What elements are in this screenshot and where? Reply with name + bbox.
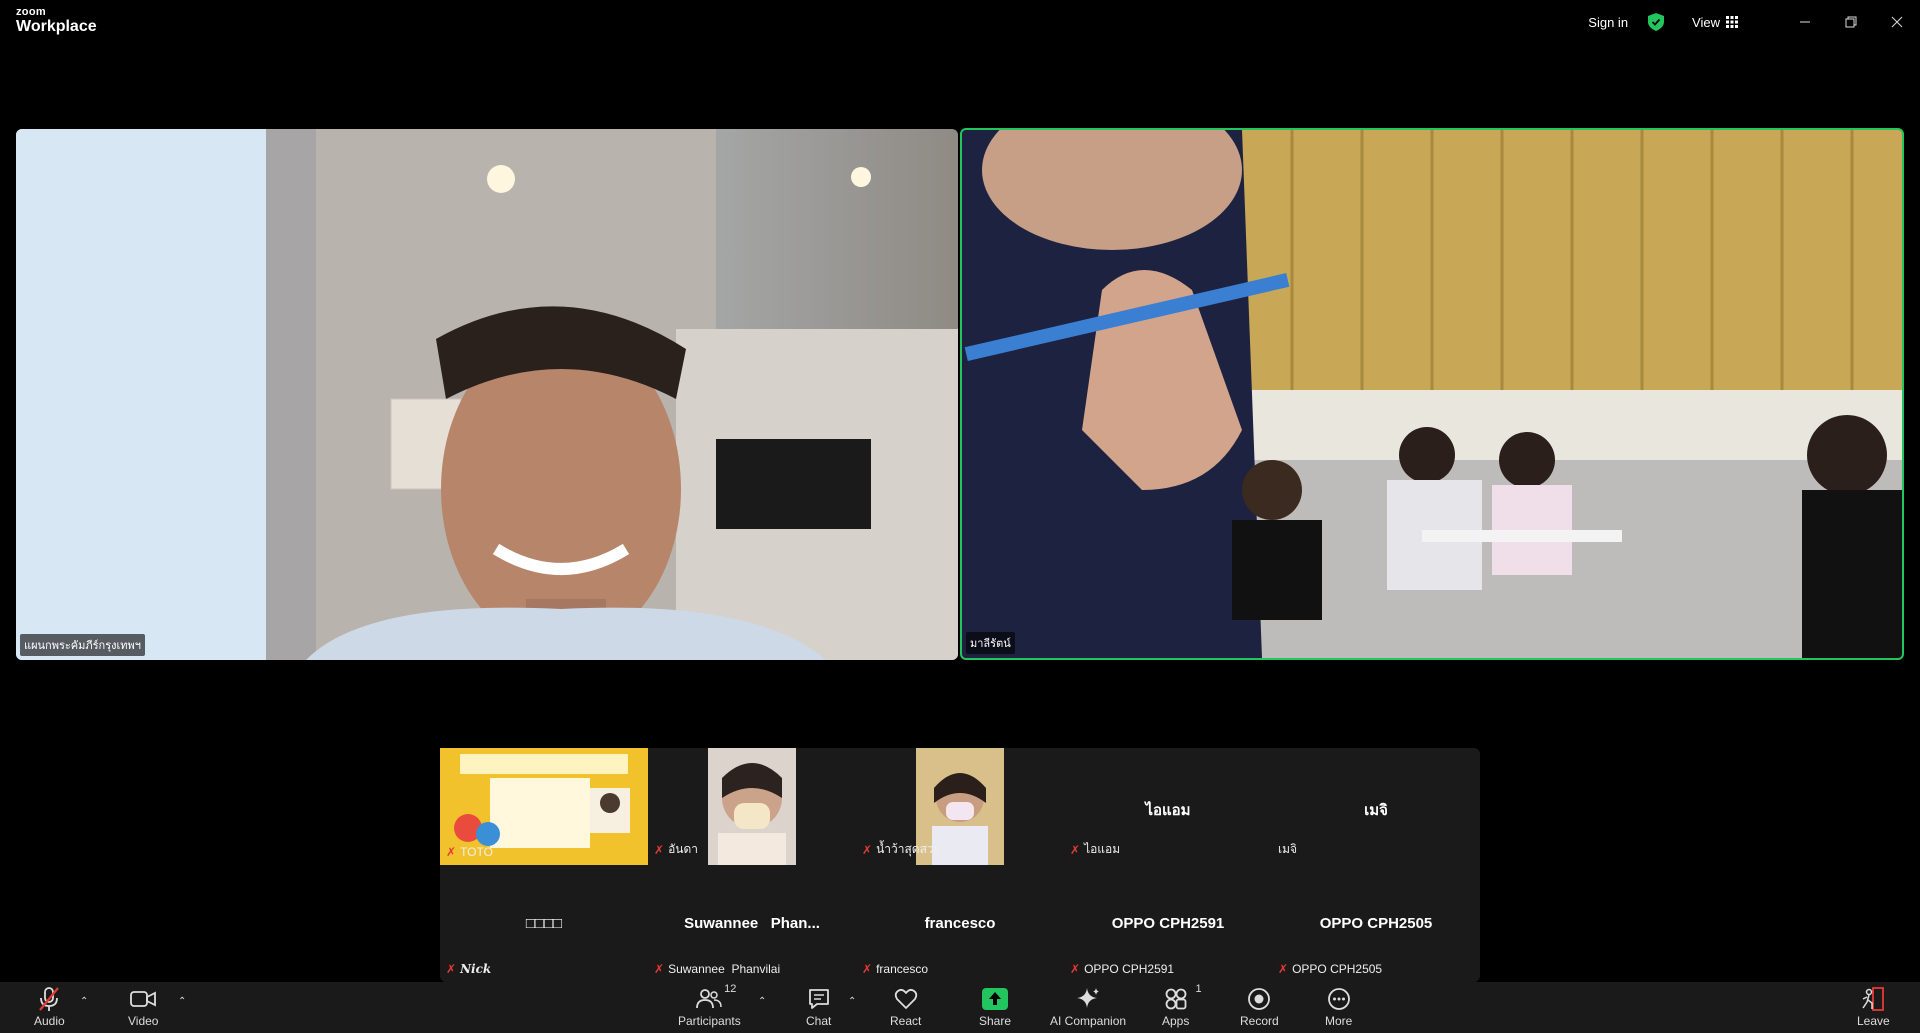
ai-companion-label: AI Companion bbox=[1050, 1014, 1127, 1028]
mic-off-icon: ✗ bbox=[654, 962, 665, 976]
chat-icon bbox=[808, 989, 829, 1009]
more-button[interactable]: More bbox=[1325, 986, 1352, 1028]
participant-name: Nick bbox=[460, 962, 492, 976]
gallery-tile-oppo-2591[interactable]: OPPO CPH2591 ✗ OPPO CPH2591 bbox=[1064, 865, 1272, 982]
gallery-tile-meji[interactable]: เมจิ เมจิ bbox=[1272, 748, 1480, 865]
apps-icon bbox=[1165, 988, 1187, 1010]
participants-options-caret[interactable]: ⌃ bbox=[758, 996, 766, 1007]
participant-display-name: Suwannee Phan... bbox=[684, 915, 820, 932]
participant-display-name: francesco bbox=[924, 915, 996, 932]
participant-video bbox=[16, 129, 958, 660]
participant-name-tag: มาลีรัตน์ bbox=[966, 632, 1015, 654]
maximize-button[interactable] bbox=[1828, 0, 1874, 44]
close-icon bbox=[1891, 16, 1903, 28]
shield-icon[interactable] bbox=[1648, 13, 1665, 31]
record-label: Record bbox=[1240, 1014, 1279, 1028]
view-label: View bbox=[1692, 14, 1720, 30]
mic-off-icon: ✗ bbox=[654, 842, 665, 857]
apps-count: 1 bbox=[1195, 983, 1202, 995]
participants-icon bbox=[696, 989, 723, 1009]
share-screen-icon bbox=[982, 988, 1009, 1010]
view-button[interactable]: View bbox=[1692, 15, 1738, 30]
leave-button[interactable]: Leave bbox=[1857, 986, 1890, 1028]
brand-small: zoom bbox=[16, 6, 46, 18]
meeting-toolbar: Audio ⌃ Video ⌃ 12 Participants ⌃ Chat ⌃… bbox=[0, 982, 1920, 1033]
mic-off-icon: ✗ bbox=[1070, 842, 1081, 857]
chat-options-caret[interactable]: ⌃ bbox=[848, 996, 856, 1007]
title-bar: zoom Workplace Sign in View bbox=[0, 0, 1920, 44]
gallery-tile-namwa[interactable]: ✗ น้ำว้าสุดสวย bbox=[856, 748, 1064, 865]
participant-name-tag: แผนกพระคัมภีร์กรุงเทพฯ bbox=[20, 634, 145, 656]
more-icon bbox=[1327, 988, 1350, 1010]
participant-display-name: เมจิ bbox=[1364, 802, 1388, 819]
apps-button[interactable]: 1 Apps bbox=[1162, 983, 1202, 1028]
sign-in-link[interactable]: Sign in bbox=[1588, 15, 1628, 30]
participant-display-name: OPPO CPH2591 bbox=[1111, 915, 1225, 932]
brand-large: Workplace bbox=[16, 18, 97, 35]
gallery-tile-toto[interactable]: ✗ TOTO bbox=[440, 748, 648, 865]
participant-display-name: OPPO CPH2505 bbox=[1319, 915, 1433, 932]
audio-options-caret[interactable]: ⌃ bbox=[80, 996, 88, 1007]
more-label: More bbox=[1325, 1014, 1353, 1028]
react-button[interactable]: React bbox=[890, 986, 921, 1028]
zoom-logo: zoom Workplace bbox=[16, 7, 97, 35]
video-button[interactable]: Video bbox=[128, 986, 158, 1028]
participant-display-name: ไอแอม bbox=[1145, 802, 1191, 819]
chat-label: Chat bbox=[806, 1014, 832, 1028]
participant-name: TOTO bbox=[460, 845, 493, 859]
mic-off-icon: ✗ bbox=[862, 842, 873, 857]
participant-name: อันดา bbox=[668, 842, 699, 856]
gallery-tile-oppo-2505[interactable]: OPPO CPH2505 ✗ OPPO CPH2505 bbox=[1272, 865, 1480, 982]
participant-name: OPPO CPH2505 bbox=[1292, 962, 1383, 976]
mic-off-icon: ✗ bbox=[1070, 962, 1081, 976]
audio-button[interactable]: Audio bbox=[34, 986, 65, 1028]
ai-companion-button[interactable]: AI Companion bbox=[1050, 986, 1126, 1028]
gallery-tile-francesco[interactable]: francesco ✗ francesco bbox=[856, 865, 1064, 982]
participants-count: 12 bbox=[724, 983, 737, 995]
gallery-tile-anda[interactable]: ✗ อันดา bbox=[648, 748, 856, 865]
participant-video bbox=[962, 130, 1902, 658]
heart-icon bbox=[894, 988, 917, 1009]
participant-name: OPPO CPH2591 bbox=[1084, 962, 1175, 976]
video-tile-active-speaker[interactable]: มาลีรัตน์ bbox=[960, 128, 1904, 660]
close-button[interactable] bbox=[1874, 0, 1920, 44]
participants-button[interactable]: 12 Participants bbox=[678, 983, 741, 1028]
participants-label: Participants bbox=[678, 1014, 741, 1028]
share-button[interactable]: Share bbox=[979, 986, 1011, 1028]
record-button[interactable]: Record bbox=[1240, 986, 1279, 1028]
participant-name: เมจิ bbox=[1278, 842, 1298, 856]
mic-off-icon: ✗ bbox=[862, 962, 873, 976]
camera-icon bbox=[130, 991, 157, 1007]
participant-video bbox=[708, 748, 796, 865]
gallery-tile-iam[interactable]: ไอแอม ✗ ไอแอม bbox=[1064, 748, 1272, 865]
participant-name: francesco bbox=[876, 962, 929, 976]
gallery-tile-nick[interactable]: □□□□ ✗ Nick bbox=[440, 865, 648, 982]
participant-name: Suwannee Phanvilai bbox=[668, 962, 781, 976]
video-tile-host[interactable]: แผนกพระคัมภีร์กรุงเทพฯ bbox=[16, 129, 958, 660]
minimize-icon bbox=[1800, 21, 1810, 23]
minimize-button[interactable] bbox=[1782, 0, 1828, 44]
participant-display-name: □□□□ bbox=[525, 915, 563, 932]
apps-label: Apps bbox=[1162, 1014, 1190, 1028]
mic-off-icon: ✗ bbox=[1278, 962, 1289, 976]
share-label: Share bbox=[979, 1014, 1012, 1028]
leave-icon bbox=[1862, 987, 1885, 1011]
mic-off-icon: ✗ bbox=[446, 845, 457, 859]
chat-button[interactable]: Chat bbox=[806, 986, 831, 1028]
gallery-strip: ✗ TOTO ✗ อันดา ✗ น้ำว้าสุดสวย ไอแอม ✗ ไอ… bbox=[440, 748, 1480, 982]
video-label: Video bbox=[128, 1014, 159, 1028]
restore-icon bbox=[1845, 16, 1857, 28]
mic-muted-icon bbox=[39, 987, 60, 1011]
leave-label: Leave bbox=[1857, 1014, 1890, 1028]
react-label: React bbox=[890, 1014, 922, 1028]
audio-label: Audio bbox=[34, 1014, 65, 1028]
mic-off-icon: ✗ bbox=[446, 962, 457, 976]
sparkle-icon bbox=[1077, 988, 1100, 1008]
grid-icon bbox=[1726, 16, 1738, 28]
gallery-tile-suwannee[interactable]: Suwannee Phan... ✗ Suwannee Phanvilai bbox=[648, 865, 856, 982]
participant-name: น้ำว้าสุดสวย bbox=[876, 842, 941, 856]
record-icon bbox=[1248, 988, 1271, 1010]
participant-name: ไอแอม bbox=[1084, 842, 1121, 856]
video-options-caret[interactable]: ⌃ bbox=[178, 996, 186, 1007]
